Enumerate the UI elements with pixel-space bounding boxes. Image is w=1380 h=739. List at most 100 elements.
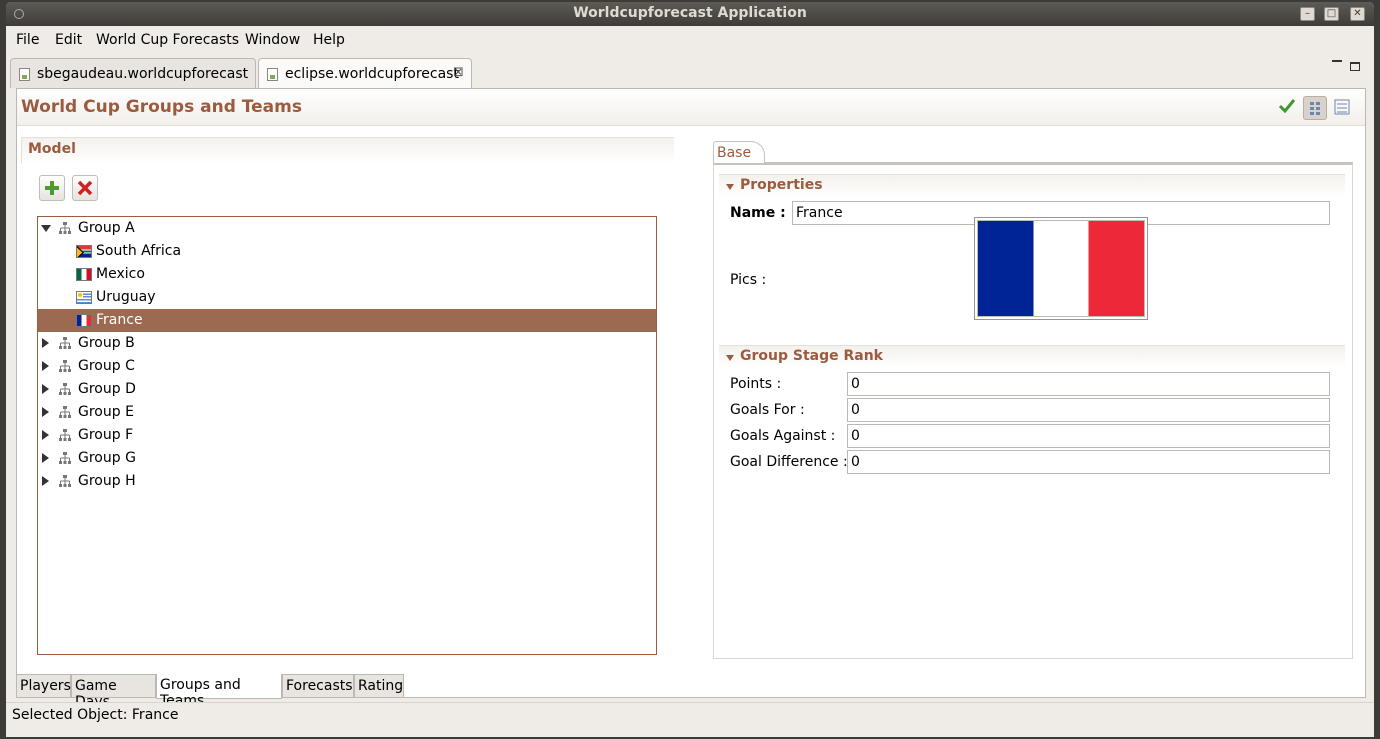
tree-item-group-g[interactable]: Group G [38, 447, 656, 470]
tab-rating[interactable]: Rating [354, 674, 404, 698]
model-file-icon [267, 68, 278, 81]
expand-icon[interactable] [42, 430, 49, 440]
tree-item-label: Group D [78, 381, 136, 397]
menu-edit[interactable]: Edit [55, 32, 82, 48]
tree-item-label: Mexico [96, 266, 145, 282]
tab-base[interactable]: Base [713, 141, 765, 163]
tree-item-mexico[interactable]: Mexico [38, 263, 656, 286]
close-tab-icon[interactable]: ⊠ [453, 65, 464, 80]
group-icon [59, 429, 71, 441]
points-value: 0 [851, 376, 860, 392]
details-panel: Properties Name : France Pics : Group St… [713, 163, 1353, 659]
south-africa-flag-icon [76, 245, 92, 258]
section-collapse-icon[interactable] [726, 355, 734, 361]
tree-item-label: Group H [78, 473, 136, 489]
goals-for-value: 0 [851, 402, 860, 418]
tree-item-group-h[interactable]: Group H [38, 470, 656, 493]
menu-world-cup-forecasts[interactable]: World Cup Forecasts [96, 32, 239, 48]
collapse-icon[interactable] [41, 225, 51, 232]
validate-check-icon[interactable] [1277, 96, 1301, 120]
tree-item-group-b[interactable]: Group B [38, 332, 656, 355]
goals-for-field[interactable]: 0 [847, 398, 1330, 422]
editor-tab-eclipse[interactable]: eclipse.worldcupforecast ⊠ [258, 58, 472, 88]
france-flag-image [977, 220, 1145, 317]
pics-image[interactable] [974, 217, 1148, 320]
tree-item-label: Group C [78, 358, 135, 374]
goal-difference-field[interactable]: 0 [847, 450, 1330, 474]
group-icon [59, 406, 71, 418]
tab-label: Players [20, 678, 71, 694]
tab-game-days[interactable]: Game Days [71, 674, 156, 710]
tree-item-group-a[interactable]: Group A [38, 217, 656, 240]
goals-against-field[interactable]: 0 [847, 424, 1330, 448]
menu-help[interactable]: Help [313, 32, 345, 48]
properties-section-header[interactable]: Properties [719, 174, 1345, 197]
add-button[interactable] [39, 175, 65, 201]
goals-against-label: Goals Against : [730, 428, 836, 444]
tab-label: Forecasts [286, 678, 353, 694]
france-flag-icon [76, 314, 92, 327]
model-tree[interactable]: Group A South Africa Mexico Uruguay Fran… [37, 216, 657, 655]
group-stage-rank-title: Group Stage Rank [740, 348, 883, 364]
expand-icon[interactable] [42, 384, 49, 394]
form-editor: World Cup Groups and Teams Model Group A… [16, 88, 1366, 698]
menu-bar: File Edit World Cup Forecasts Window Hel… [6, 26, 1374, 52]
window-title: Worldcupforecast Application [573, 5, 807, 21]
menu-window[interactable]: Window [245, 32, 300, 48]
model-file-icon [19, 68, 30, 81]
tree-item-uruguay[interactable]: Uruguay [38, 286, 656, 309]
expand-icon[interactable] [42, 338, 49, 348]
maximize-view-icon[interactable] [1350, 62, 1360, 71]
editor-tab-label: sbegaudeau.worldcupforecast [37, 66, 249, 82]
menu-file[interactable]: File [16, 32, 39, 48]
group-icon [59, 337, 71, 349]
goal-difference-label: Goal Difference : [730, 454, 848, 470]
status-bar: Selected Object: France [6, 702, 1374, 733]
goal-difference-value: 0 [851, 454, 860, 470]
tab-groups-and-teams[interactable]: Groups and Teams [156, 674, 282, 709]
minimize-view-icon[interactable] [1332, 60, 1342, 62]
editor-tab-sbegaudeau[interactable]: sbegaudeau.worldcupforecast [10, 58, 256, 88]
group-icon [59, 452, 71, 464]
tab-label: Rating [358, 678, 404, 694]
expand-icon[interactable] [42, 476, 49, 486]
points-field[interactable]: 0 [847, 372, 1330, 396]
group-icon [59, 360, 71, 372]
pics-label: Pics : [730, 272, 767, 288]
goals-for-label: Goals For : [730, 402, 805, 418]
tree-item-group-d[interactable]: Group D [38, 378, 656, 401]
tree-item-group-f[interactable]: Group F [38, 424, 656, 447]
editor-tab-label: eclipse.worldcupforecast [285, 66, 459, 82]
model-section-header: Model [21, 137, 674, 164]
expand-icon[interactable] [42, 407, 49, 417]
title-bar[interactable]: Worldcupforecast Application – □ ✕ [6, 2, 1374, 26]
expand-icon[interactable] [42, 453, 49, 463]
goals-against-value: 0 [851, 428, 860, 444]
delete-button[interactable] [72, 175, 98, 201]
close-window-button[interactable]: ✕ [1350, 7, 1365, 21]
tree-item-south-africa[interactable]: South Africa [38, 240, 656, 263]
tree-item-label: South Africa [96, 243, 182, 259]
name-label: Name : [730, 205, 786, 221]
editor-tab-bar: sbegaudeau.worldcupforecast eclipse.worl… [10, 56, 1370, 88]
tree-item-group-c[interactable]: Group C [38, 355, 656, 378]
minimize-button[interactable]: – [1300, 7, 1315, 21]
horizontal-layout-icon[interactable] [1331, 96, 1355, 120]
tab-players[interactable]: Players [16, 674, 71, 698]
tab-forecasts[interactable]: Forecasts [282, 674, 354, 698]
tree-item-group-e[interactable]: Group E [38, 401, 656, 424]
group-stage-rank-section-header[interactable]: Group Stage Rank [719, 345, 1345, 368]
tree-item-label: Group E [78, 404, 134, 420]
section-collapse-icon[interactable] [726, 184, 734, 190]
tab-base-label: Base [717, 145, 752, 161]
tree-item-label: Group F [78, 427, 134, 443]
maximize-button[interactable]: □ [1324, 7, 1339, 21]
expand-icon[interactable] [42, 361, 49, 371]
group-icon [59, 475, 71, 487]
model-section-title: Model [28, 141, 76, 157]
mexico-flag-icon [76, 268, 92, 281]
tree-item-france[interactable]: France [38, 309, 656, 332]
tree-item-label: France [96, 312, 143, 328]
uruguay-flag-icon [76, 291, 92, 304]
vertical-layout-icon[interactable] [1303, 96, 1327, 120]
